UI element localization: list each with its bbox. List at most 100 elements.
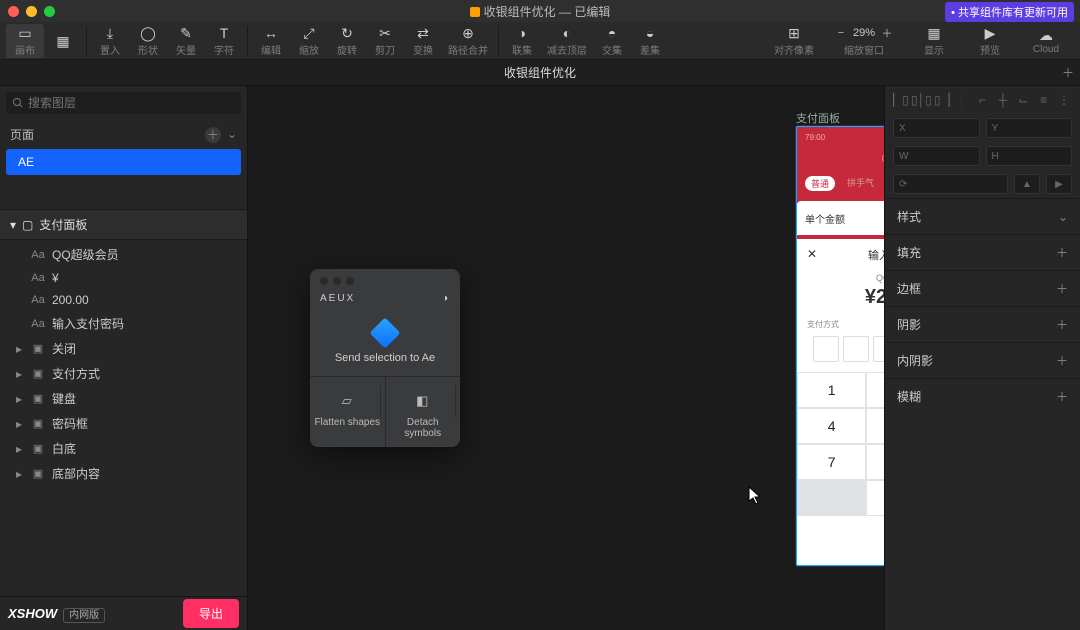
rotate-field[interactable]: ⟳ xyxy=(893,174,1008,194)
layer-item[interactable]: ▸▣底部内容 xyxy=(0,461,247,486)
hero-title: QQ红包 xyxy=(805,150,884,166)
hero-tab[interactable]: 普通 xyxy=(805,176,835,191)
h-field[interactable]: H xyxy=(986,146,1073,166)
keypad-key[interactable]: 4 xyxy=(797,408,866,444)
toolbar-路径合并[interactable]: ⊕路径合并 xyxy=(442,24,494,58)
layer-item[interactable]: Aa¥ xyxy=(0,267,247,289)
toolbar-Cloud[interactable]: ☁Cloud xyxy=(1018,26,1074,56)
minimize-window-icon[interactable] xyxy=(26,6,37,17)
close-icon[interactable]: ✕ xyxy=(807,247,817,261)
inspector-section-样式[interactable]: 样式⌄ xyxy=(885,198,1080,234)
layer-item[interactable]: AaQQ超级会员 xyxy=(0,242,247,267)
mouse-cursor-icon xyxy=(748,486,764,506)
distribute-v-icon[interactable]: ⋮ xyxy=(1056,92,1072,108)
flip-v-button[interactable]: ▶ xyxy=(1046,174,1072,194)
aeux-panel-header[interactable] xyxy=(310,269,460,293)
w-field[interactable]: W xyxy=(893,146,980,166)
align-left-icon[interactable]: ▏▯ xyxy=(893,92,909,108)
toolbar-剪刀[interactable]: ✂剪刀 xyxy=(366,24,404,58)
aeux-settings-icon[interactable]: ◑ xyxy=(442,293,450,304)
artboard[interactable]: 79:00▮▮ ▯ QQ红包 普通拼手气接龙口令语音 单个金额 200 元 ✕ … xyxy=(796,126,884,566)
keypad-key[interactable]: 2 xyxy=(866,372,884,408)
toolbar-缩放[interactable]: ⤢缩放 xyxy=(290,24,328,58)
keypad-key[interactable]: 0 xyxy=(866,480,884,516)
flip-h-button[interactable]: ▲ xyxy=(1014,174,1040,194)
asset-header[interactable]: ▾ ▢ 支付面板 xyxy=(0,209,247,240)
toolbar-形状[interactable]: ◯形状 xyxy=(129,24,167,58)
align-center-v-icon[interactable]: ┼ xyxy=(995,92,1011,108)
layer-item[interactable]: ▸▣关闭 xyxy=(0,336,247,361)
close-window-icon[interactable] xyxy=(8,6,19,17)
canvas-area[interactable]: 支付面板 79:00▮▮ ▯ QQ红包 普通拼手气接龙口令语音 单个金额 200… xyxy=(248,86,884,630)
keypad-key[interactable]: 8 xyxy=(866,444,884,480)
layer-item[interactable]: ▸▣支付方式 xyxy=(0,361,247,386)
layer-item[interactable]: ▸▣键盘 xyxy=(0,386,247,411)
document-tab[interactable]: 收银组件优化 xyxy=(504,64,576,81)
search-input[interactable] xyxy=(28,96,235,110)
pin-input[interactable] xyxy=(797,336,884,372)
toolbar-交集[interactable]: ◓交集 xyxy=(593,24,631,58)
toolbar-btn1[interactable]: ▦ xyxy=(44,24,82,58)
add-icon[interactable]: ＋ xyxy=(1056,280,1068,297)
zoom-in-button[interactable]: ＋ xyxy=(879,25,895,41)
left-sidebar: 页面 ＋ ⌄ AE ▾ ▢ 支付面板 AaQQ超级会员Aa¥Aa200.00Aa… xyxy=(0,86,248,630)
inspector-section-边框[interactable]: 边框＋ xyxy=(885,270,1080,306)
aeux-detach-button[interactable]: ◧Detach symbols xyxy=(386,377,461,447)
y-field[interactable]: Y xyxy=(986,118,1073,138)
zoom-window-icon[interactable] xyxy=(44,6,55,17)
page-item[interactable]: AE xyxy=(6,149,241,175)
toolbar-变换[interactable]: ⇄变换 xyxy=(404,24,442,58)
inspector-section-阴影[interactable]: 阴影＋ xyxy=(885,306,1080,342)
toolbar-显示[interactable]: ▦显示 xyxy=(906,24,962,58)
layer-item[interactable]: ▸▣白底 xyxy=(0,436,247,461)
add-icon[interactable]: ＋ xyxy=(1056,316,1068,333)
align-center-h-icon[interactable]: ▯│▯ xyxy=(913,92,929,108)
toolbar-缩放窗口[interactable]: −29%＋缩放窗口 xyxy=(822,24,906,58)
aeux-panel[interactable]: AEUX◑ Send selection to Ae ▱Flatten shap… xyxy=(310,269,460,447)
keypad-key[interactable]: 5 xyxy=(866,408,884,444)
toolbar-画布[interactable]: ▭画布 xyxy=(6,24,44,58)
aeux-send-button[interactable]: Send selection to Ae xyxy=(310,308,460,376)
layer-item[interactable]: Aa输入支付密码 xyxy=(0,311,247,336)
x-field[interactable]: X xyxy=(893,118,980,138)
align-top-icon[interactable]: ⌐ xyxy=(975,92,991,108)
toolbar-联集[interactable]: ◑联集 xyxy=(503,24,541,58)
toolbar-旋转[interactable]: ↻旋转 xyxy=(328,24,366,58)
toolbar-字符[interactable]: T字符 xyxy=(205,24,243,58)
window-title: 收银组件优化 — 已编辑 xyxy=(0,3,1080,20)
inspector-section-模糊[interactable]: 模糊＋ xyxy=(885,378,1080,414)
chevron-down-icon[interactable]: ⌄ xyxy=(1058,210,1068,224)
aeux-flatten-button[interactable]: ▱Flatten shapes xyxy=(310,377,386,447)
export-button[interactable]: 导出 xyxy=(183,599,239,628)
align-bottom-icon[interactable]: ⌙ xyxy=(1015,92,1031,108)
zoom-out-button[interactable]: − xyxy=(833,25,849,41)
layer-item[interactable]: Aa200.00 xyxy=(0,289,247,311)
layer-search[interactable] xyxy=(6,92,241,114)
add-icon[interactable]: ＋ xyxy=(1056,388,1068,405)
toolbar-差集[interactable]: ◒差集 xyxy=(631,24,669,58)
add-icon[interactable]: ＋ xyxy=(1056,352,1068,369)
add-icon[interactable]: ＋ xyxy=(1056,244,1068,261)
toolbar-对齐像素[interactable]: ⊞对齐像素 xyxy=(766,24,822,58)
toolbar-编辑[interactable]: ↔编辑 xyxy=(252,24,290,58)
keypad-key[interactable]: 7 xyxy=(797,444,866,480)
window-controls xyxy=(8,6,55,17)
aeux-send-label: Send selection to Ae xyxy=(320,352,450,364)
distribute-icon[interactable]: ≡ xyxy=(1036,92,1052,108)
hero-tab[interactable]: 拼手气 xyxy=(847,176,874,191)
keypad-key[interactable]: 1 xyxy=(797,372,866,408)
pages-chevron-icon[interactable]: ⌄ xyxy=(227,127,237,143)
toolbar-矢量[interactable]: ✎矢量 xyxy=(167,24,205,58)
toolbar-预览[interactable]: ▶预览 xyxy=(962,24,1018,58)
add-tab-button[interactable]: ＋ xyxy=(1062,64,1074,81)
toolbar-减去顶层[interactable]: ◐减去顶层 xyxy=(541,24,593,58)
chevron-down-icon: ▾ xyxy=(10,218,16,232)
toolbar-置入[interactable]: ⤓置入 xyxy=(91,24,129,58)
add-page-button[interactable]: ＋ xyxy=(205,127,221,143)
artboard-label[interactable]: 支付面板 xyxy=(796,110,840,126)
share-update-badge[interactable]: • 共享组件库有更新可用 xyxy=(945,2,1074,22)
inspector-section-内阴影[interactable]: 内阴影＋ xyxy=(885,342,1080,378)
inspector-section-填充[interactable]: 填充＋ xyxy=(885,234,1080,270)
align-right-icon[interactable]: ▯▕ xyxy=(934,92,950,108)
layer-item[interactable]: ▸▣密码框 xyxy=(0,411,247,436)
